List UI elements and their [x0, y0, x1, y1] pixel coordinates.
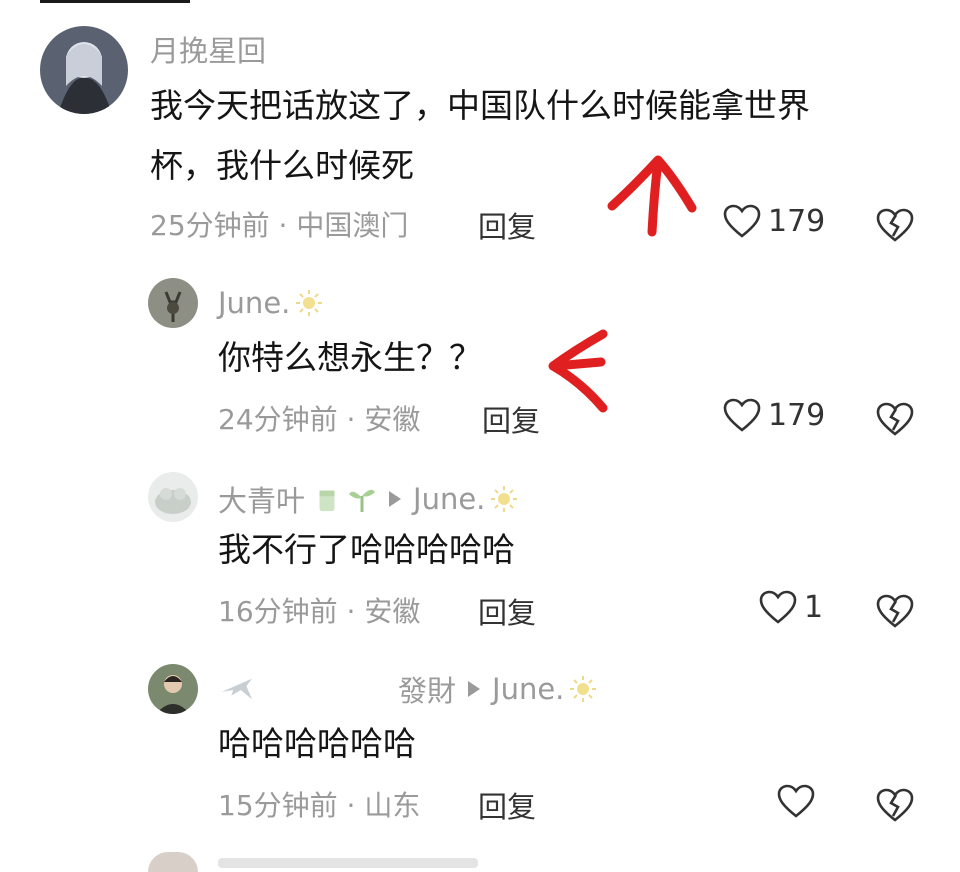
partial-next-username: [218, 858, 478, 868]
heart-icon: [777, 784, 815, 818]
like-button[interactable]: 179: [722, 397, 825, 433]
avatar[interactable]: [40, 26, 128, 114]
like-button[interactable]: [776, 783, 822, 819]
dislike-icon[interactable]: [875, 592, 915, 630]
reply-to-arrow-icon: [389, 491, 402, 507]
like-button[interactable]: 179: [722, 203, 825, 239]
comment-item: June. 你特么想永生？？ 24分钟前 · 安徽 回复 179: [0, 270, 960, 450]
username[interactable]: 發財 June.: [218, 668, 598, 710]
comment-item: 發財 June. 哈哈哈哈哈哈 15分钟前 · 山东 回复: [0, 656, 960, 836]
like-button[interactable]: 1: [758, 589, 823, 625]
dislike-icon[interactable]: [875, 786, 915, 824]
like-count: 1: [804, 589, 824, 625]
avatar[interactable]: [148, 472, 198, 522]
sun-icon: [570, 676, 597, 702]
reply-to-arrow-icon: [468, 681, 481, 697]
sprout-icon: [349, 489, 376, 512]
username[interactable]: 大青叶 June.: [218, 478, 519, 520]
username[interactable]: June.: [218, 286, 324, 320]
avatar[interactable]: [148, 664, 198, 714]
red-arrow-left-icon: [548, 329, 608, 413]
comment-item: 月挽星回 我今天把话放这了，中国队什么时候能拿世界 杯，我什么时候死 25分钟前…: [0, 0, 960, 250]
heart-icon: [723, 398, 761, 432]
username[interactable]: 月挽星回: [150, 28, 266, 70]
heart-icon: [759, 590, 797, 624]
avatar[interactable]: [148, 278, 198, 328]
comment-text: 我今天把话放这了，中国队什么时候能拿世界 杯，我什么时候死: [150, 86, 810, 185]
red-arrow-up-icon: [607, 155, 697, 237]
dislike-icon[interactable]: [875, 400, 915, 438]
comment-text: 你特么想永生？？: [218, 338, 482, 377]
reply-button[interactable]: 回复: [482, 398, 540, 440]
reply-to-user[interactable]: June.: [492, 672, 564, 706]
reply-button[interactable]: 回复: [478, 204, 536, 246]
partial-next-comment: [148, 852, 198, 872]
comment-meta: 24分钟前 · 安徽: [218, 403, 421, 436]
heart-icon: [723, 204, 761, 238]
comment-meta: 25分钟前 · 中国澳门: [150, 209, 409, 242]
dislike-icon[interactable]: [875, 206, 915, 244]
like-count: 179: [768, 203, 826, 239]
username-text: 發財: [398, 674, 457, 708]
reply-to-user[interactable]: June.: [413, 482, 485, 516]
airplane-icon: [221, 678, 253, 700]
sun-icon: [296, 290, 323, 316]
like-count: 179: [768, 397, 826, 433]
tea-cup-icon: [319, 490, 335, 512]
comment-text: 哈哈哈哈哈哈: [218, 724, 416, 763]
comment-item: 大青叶 June. 我不行了哈哈哈哈哈 16分钟前 · 安徽 回复 1: [0, 464, 960, 644]
reply-button[interactable]: 回复: [478, 590, 536, 632]
comment-meta: 16分钟前 · 安徽: [218, 595, 421, 628]
comment-meta: 15分钟前 · 山东: [218, 789, 421, 822]
sun-icon: [491, 486, 518, 512]
reply-button[interactable]: 回复: [478, 784, 536, 826]
comment-text: 我不行了哈哈哈哈哈: [218, 530, 515, 569]
